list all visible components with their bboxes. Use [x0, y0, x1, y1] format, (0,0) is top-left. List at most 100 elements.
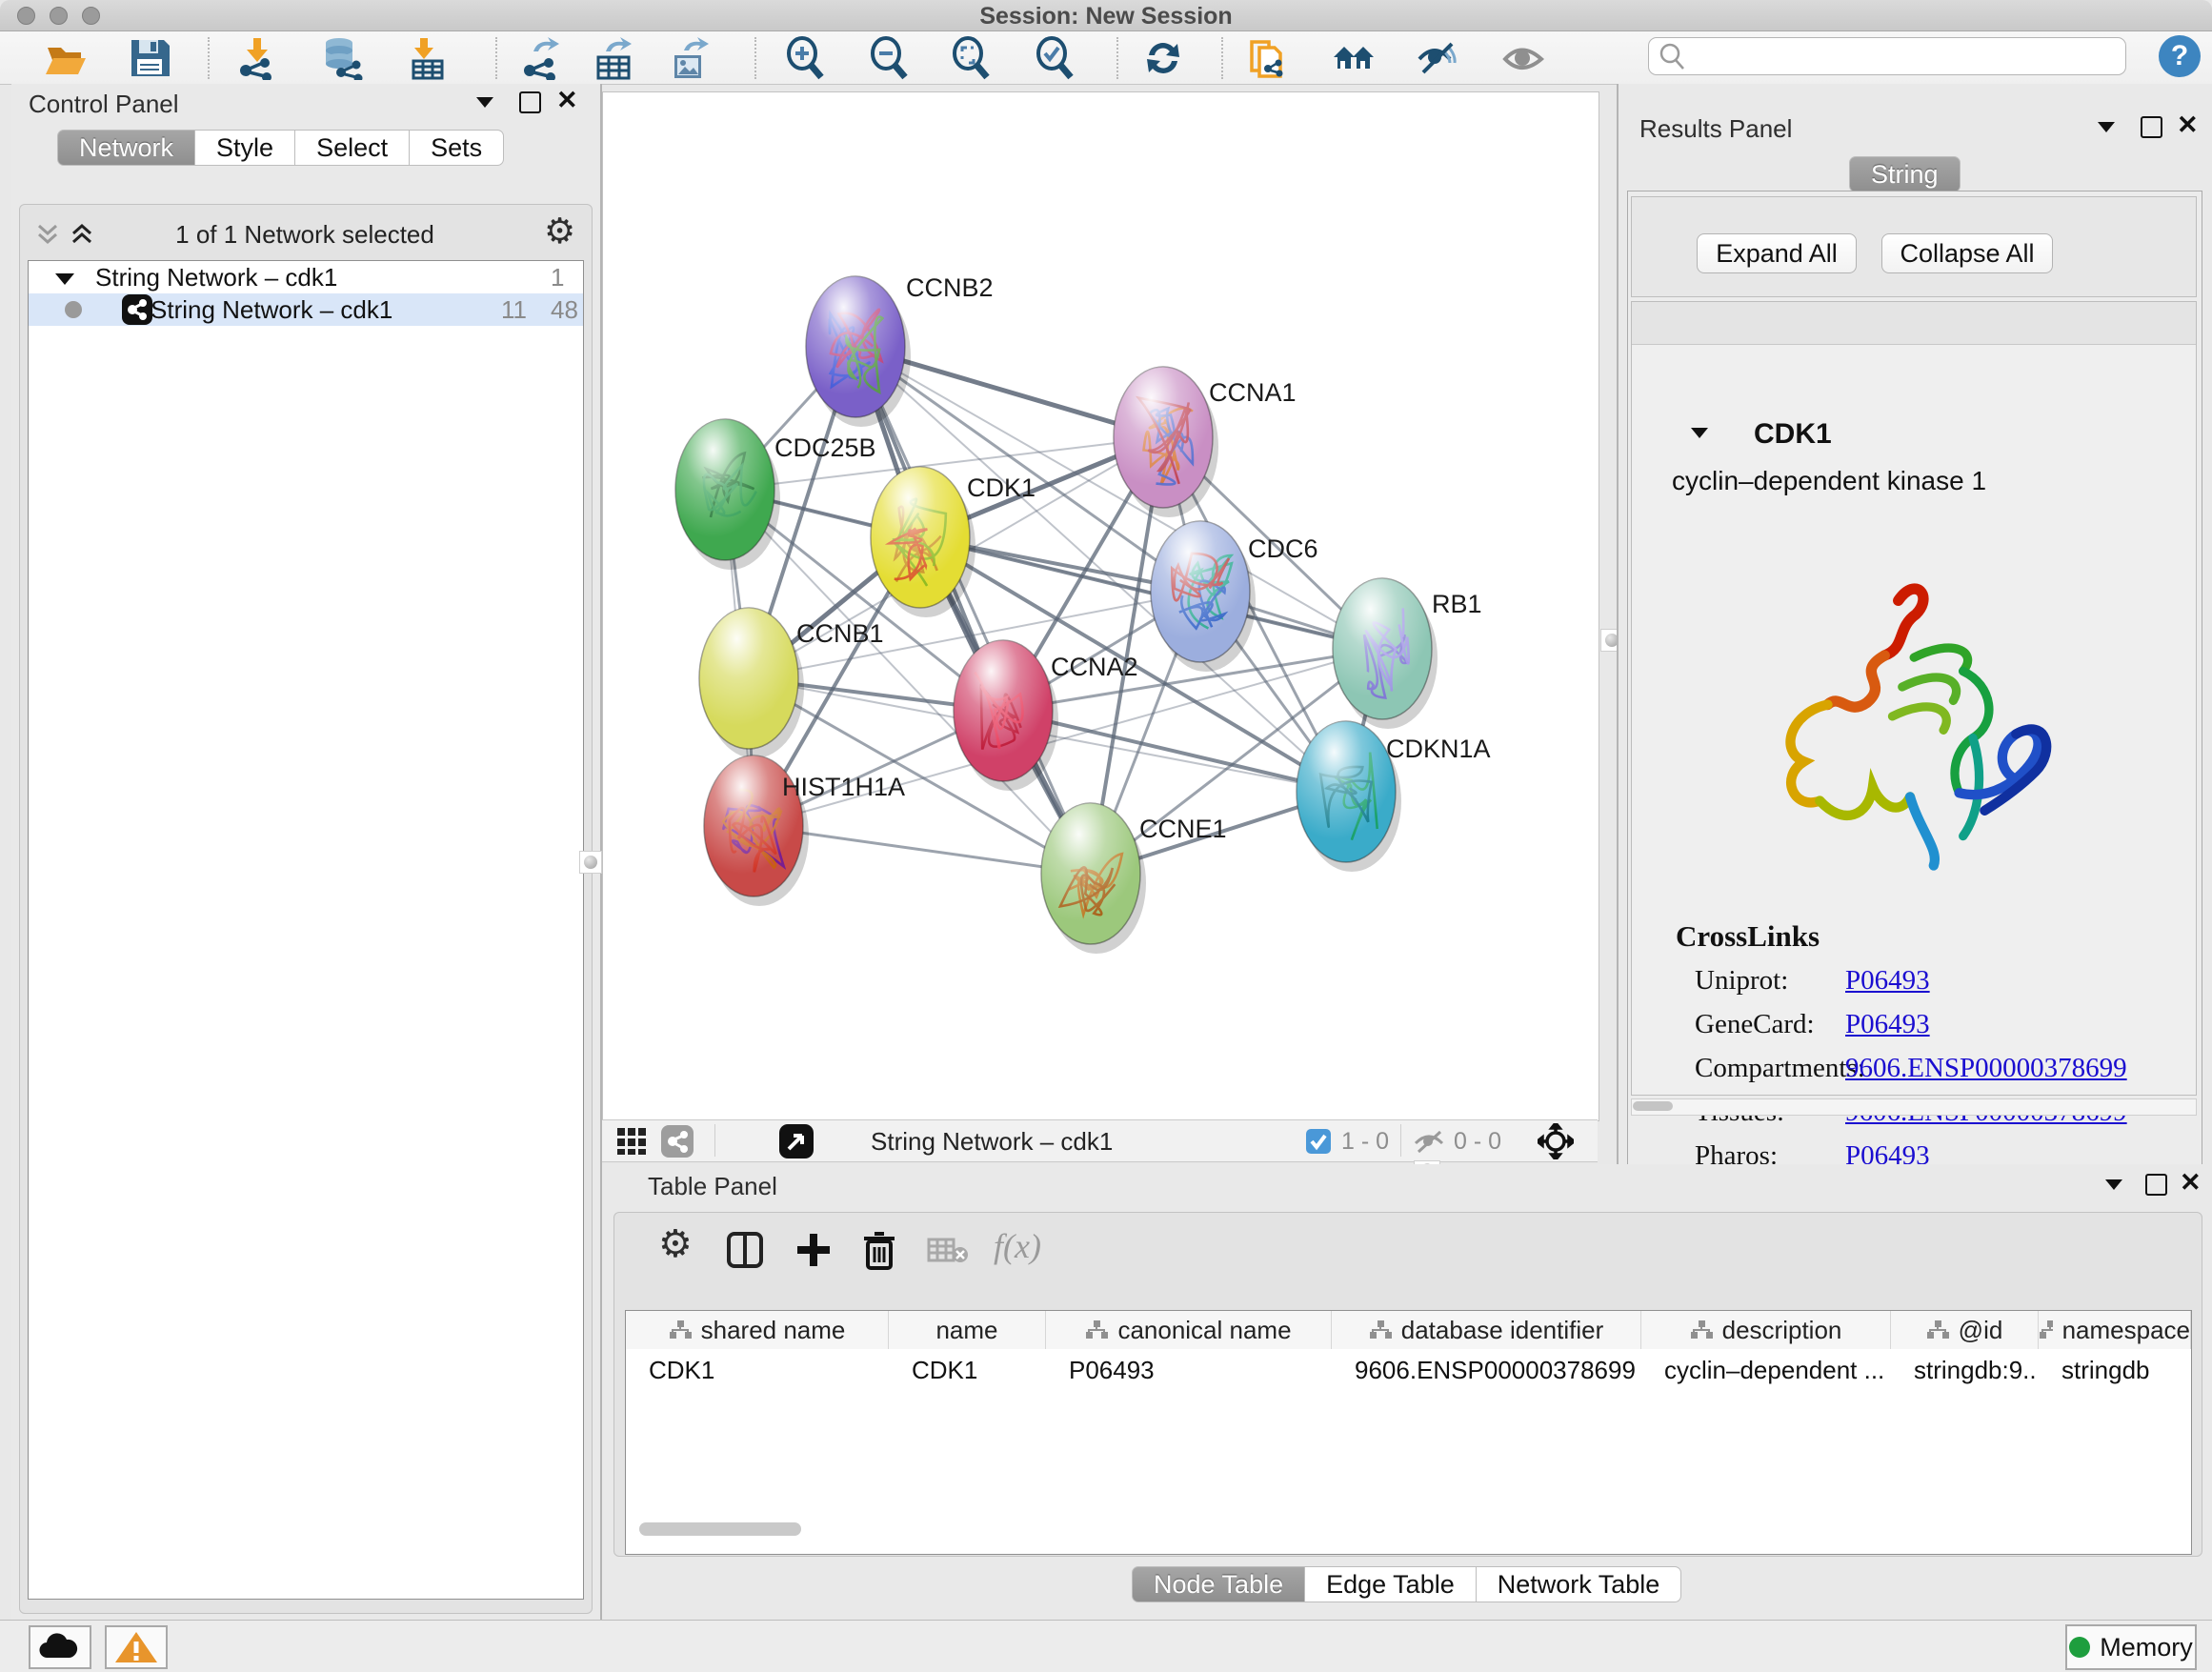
tab-style[interactable]: Style — [195, 130, 295, 166]
node-CCNB2[interactable]: CCNB2 — [806, 273, 994, 427]
tab-string[interactable]: String — [1849, 156, 1961, 192]
network-options-gear-icon[interactable]: ⚙ — [544, 211, 575, 252]
column-header-database-identifier[interactable]: database identifier — [1332, 1311, 1641, 1349]
hide-selected-icon[interactable] — [1416, 36, 1459, 80]
table-row[interactable]: CDK1CDK1P064939606.ENSP00000378699cyclin… — [626, 1349, 2191, 1391]
open-session-icon[interactable] — [44, 36, 88, 80]
node-HIST1H1A[interactable]: HIST1H1A — [704, 755, 905, 906]
table-cell: CDK1 — [889, 1349, 1046, 1391]
crosslink-link[interactable]: P06493 — [1845, 1009, 1930, 1040]
results-panel-float-icon[interactable] — [2141, 116, 2162, 138]
export-network-icon[interactable] — [520, 36, 564, 80]
tab-node-table[interactable]: Node Table — [1132, 1566, 1305, 1602]
node-table[interactable]: shared namenamecanonical namedatabase id… — [625, 1310, 2192, 1555]
node-CDC6[interactable]: CDC6 — [1151, 521, 1318, 672]
zoom-fit-icon[interactable] — [949, 36, 993, 80]
crosslink-link[interactable]: P06493 — [1845, 965, 1930, 997]
node-CDK1[interactable]: CDK1 — [871, 467, 1036, 617]
zoom-out-icon[interactable] — [867, 36, 911, 80]
tab-sets[interactable]: Sets — [410, 130, 504, 166]
warnings-button[interactable] — [105, 1625, 168, 1669]
network-view-toolbar: String Network – cdk1 1 - 0 0 - 0 — [602, 1119, 1598, 1162]
network-collection-row[interactable]: String Network – cdk1 1 — [29, 261, 583, 293]
hidden-eye-icon — [1412, 1128, 1446, 1155]
delete-column-icon[interactable] — [860, 1230, 898, 1270]
show-columns-icon[interactable] — [727, 1232, 765, 1270]
zoom-in-icon[interactable] — [783, 36, 827, 80]
column-header-description[interactable]: description — [1641, 1311, 1891, 1349]
tab-select[interactable]: Select — [295, 130, 410, 166]
table-settings-gear-icon[interactable]: ⚙ — [658, 1222, 693, 1266]
birdseye-grid-icon[interactable] — [615, 1126, 650, 1157]
help-button[interactable]: ? — [2159, 35, 2201, 77]
column-header-shared-name[interactable]: shared name — [626, 1311, 889, 1349]
control-panel: Control Panel ✕ NetworkStyleSelectSets 1… — [11, 84, 602, 1620]
column-header-@id[interactable]: @id — [1891, 1311, 2039, 1349]
node-CDC25B[interactable]: CDC25B — [675, 419, 876, 570]
control-panel-menu-icon[interactable] — [476, 97, 493, 108]
node-CCNB1[interactable]: CCNB1 — [699, 608, 884, 758]
cloud-status-button[interactable] — [29, 1625, 91, 1669]
export-image-icon[interactable] — [669, 36, 713, 80]
tab-edge-table[interactable]: Edge Table — [1305, 1566, 1477, 1602]
tree-expander-icon[interactable] — [55, 273, 74, 285]
crosslink-link[interactable]: 9606.ENSP00000378699 — [1845, 1053, 2127, 1084]
results-panel-menu-icon[interactable] — [2098, 122, 2115, 132]
window-title: Session: New Session — [0, 3, 2212, 30]
network-share-icon[interactable] — [661, 1125, 694, 1158]
show-all-icon[interactable] — [1501, 36, 1545, 80]
function-builder-icon: f(x) — [994, 1226, 1041, 1266]
refresh-layout-icon[interactable] — [1141, 36, 1185, 80]
results-scrollbar-track[interactable] — [1631, 1098, 2197, 1116]
results-panel-close-icon[interactable]: ✕ — [2177, 114, 2199, 135]
create-column-icon[interactable] — [794, 1230, 834, 1270]
expand-all-button[interactable]: Expand All — [1697, 233, 1857, 273]
network-selection-bar: 1 of 1 Network selected ⚙ — [22, 216, 588, 252]
control-panel-close-icon[interactable]: ✕ — [556, 90, 578, 111]
column-header-canonical-name[interactable]: canonical name — [1046, 1311, 1332, 1349]
pan-crosshair-icon[interactable] — [1538, 1123, 1574, 1159]
tab-network-table[interactable]: Network Table — [1477, 1566, 1682, 1602]
table-header-row: shared namenamecanonical namedatabase id… — [626, 1311, 2191, 1349]
column-header-namespace[interactable]: namespace — [2039, 1311, 2191, 1349]
table-panel-close-icon[interactable]: ✕ — [2180, 1172, 2202, 1193]
results-scrollbar-thumb[interactable] — [1633, 1101, 1673, 1111]
home-networks-icon[interactable] — [1332, 36, 1376, 80]
node-CCNA1[interactable]: CCNA1 — [1114, 367, 1297, 517]
table-panel-float-icon[interactable] — [2145, 1174, 2167, 1196]
memory-button[interactable]: Memory — [2065, 1624, 2197, 1670]
network-row[interactable]: String Network – cdk1 11 48 — [29, 293, 583, 326]
gene-description: cyclin–dependent kinase 1 — [1672, 466, 1986, 496]
control-panel-float-icon[interactable] — [519, 91, 541, 113]
column-header-name[interactable]: name — [889, 1311, 1046, 1349]
import-network-from-database-icon[interactable] — [320, 36, 364, 80]
open-in-window-icon[interactable] — [779, 1124, 814, 1158]
collapse-all-button[interactable]: Collapse All — [1881, 233, 2053, 273]
gene-card-header[interactable]: CDK1 — [1632, 302, 2196, 345]
network-canvas[interactable]: CCNB2 CCNA1 CDC25BCDK1 CDC6RB1 CCNB1 CCNA2 CDK… — [602, 91, 1599, 1121]
window-titlebar[interactable]: Session: New Session — [0, 0, 2212, 31]
left-splitter-handle[interactable] — [579, 851, 602, 874]
collection-label: String Network – cdk1 — [95, 263, 337, 292]
node-RB1[interactable]: RB1 — [1333, 578, 1482, 729]
node-CDKN1A[interactable]: CDKN1A — [1297, 721, 1491, 872]
search-input[interactable] — [1648, 37, 2126, 75]
results-panel-title: Results Panel — [1639, 114, 1792, 144]
tab-network[interactable]: Network — [57, 130, 195, 166]
import-network-icon[interactable] — [236, 36, 280, 80]
node-CCNE1[interactable]: CCNE1 — [1041, 803, 1227, 954]
table-cell: CDK1 — [626, 1349, 889, 1391]
table-panel-menu-icon[interactable] — [2105, 1179, 2122, 1190]
status-bar: Memory — [0, 1620, 2212, 1672]
table-cell: P06493 — [1046, 1349, 1332, 1391]
toolbar-separator — [754, 37, 756, 79]
save-session-icon[interactable] — [128, 36, 171, 80]
node-CCNA2[interactable]: CCNA2 — [954, 640, 1138, 791]
selected-checkbox-icon[interactable] — [1305, 1128, 1332, 1155]
import-table-icon[interactable] — [406, 36, 450, 80]
first-neighbors-icon[interactable] — [1248, 36, 1292, 80]
zoom-selected-icon[interactable] — [1033, 36, 1076, 80]
gene-expander-icon[interactable] — [1691, 428, 1708, 438]
export-table-icon[interactable] — [593, 36, 636, 80]
table-scrollbar-thumb[interactable] — [639, 1522, 801, 1536]
